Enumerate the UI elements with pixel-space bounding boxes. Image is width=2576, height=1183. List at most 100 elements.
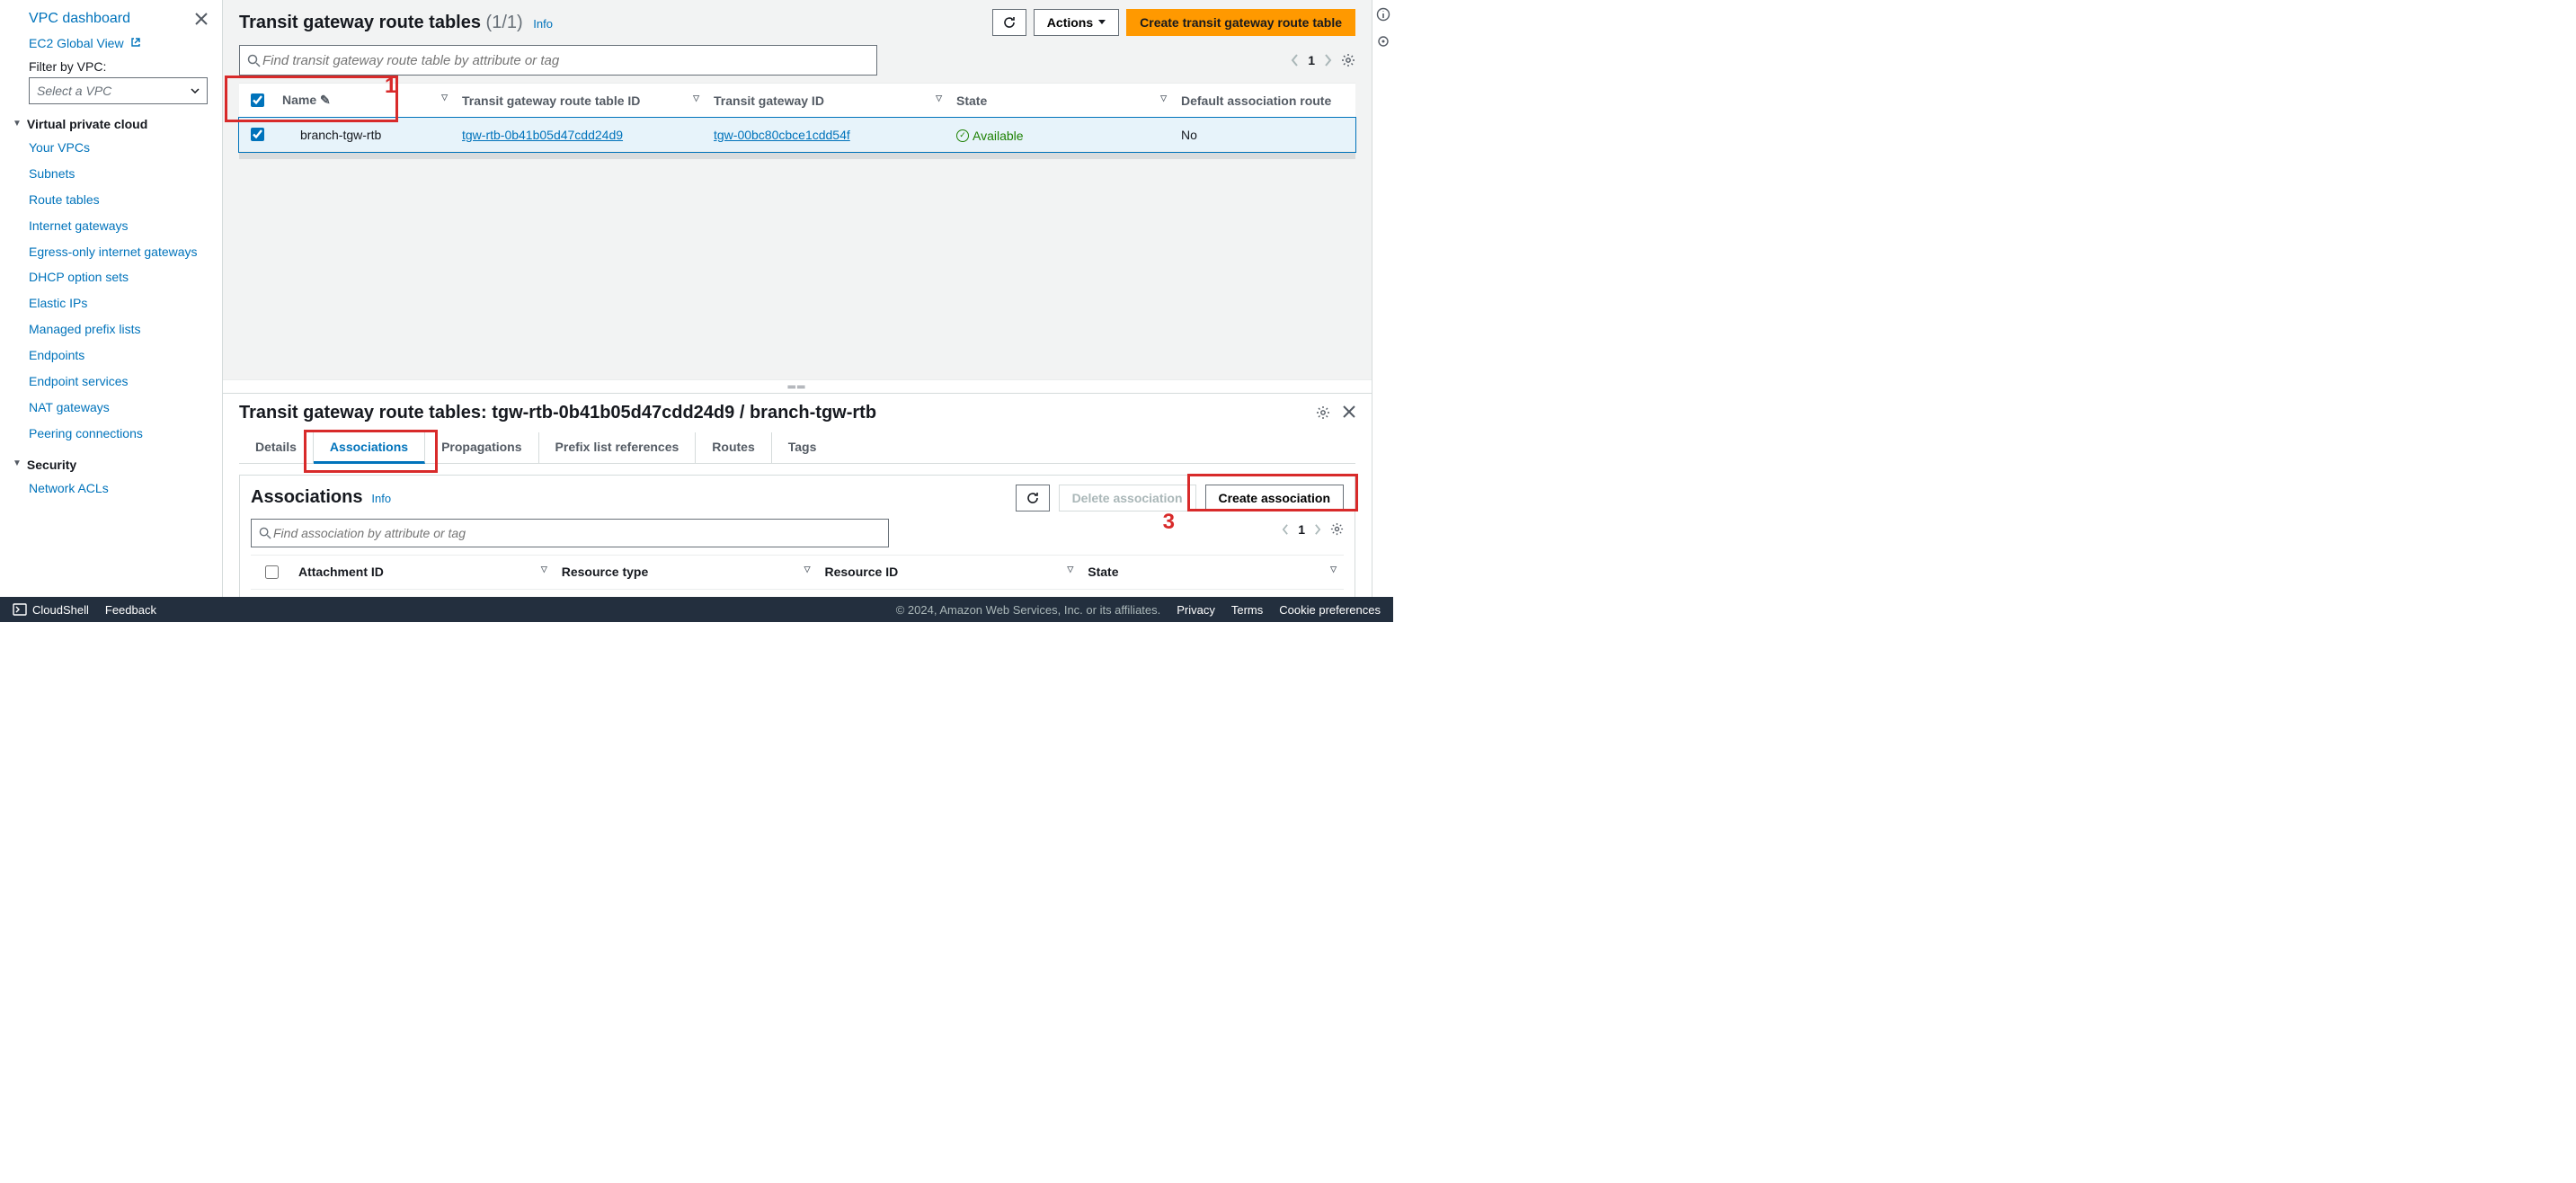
caret-down-icon: ▼	[13, 119, 22, 129]
sidebar-item-egress-only[interactable]: Egress-only internet gateways	[0, 239, 222, 265]
route-tables-table: Name ✎▽ Transit gateway route table ID▽ …	[239, 83, 1355, 152]
sort-icon: ▽	[936, 93, 942, 103]
select-all-checkbox[interactable]	[265, 565, 279, 579]
copyright: © 2024, Amazon Web Services, Inc. or its…	[896, 603, 1161, 617]
col-resource-id[interactable]: Resource ID▽	[818, 555, 1081, 589]
close-icon[interactable]	[195, 13, 208, 25]
cloudshell-button[interactable]: CloudShell	[13, 603, 89, 617]
vpc-select[interactable]: Select a VPC	[29, 77, 208, 104]
sidebar-item-network-acls[interactable]: Network ACLs	[0, 476, 222, 502]
assoc-search-input[interactable]	[271, 525, 881, 541]
tab-propagations[interactable]: Propagations	[425, 432, 538, 463]
create-association-button[interactable]: Create association	[1205, 485, 1345, 511]
cookie-prefs-link[interactable]: Cookie preferences	[1279, 603, 1381, 617]
sidebar-section-label: Security	[27, 458, 76, 472]
associations-table: Attachment ID▽ Resource type▽ Resource I…	[251, 555, 1344, 590]
detail-title: Transit gateway route tables: tgw-rtb-0b…	[239, 403, 876, 423]
page-number: 1	[1308, 53, 1315, 67]
gear-icon[interactable]	[1341, 53, 1355, 67]
sidebar-item-peering[interactable]: Peering connections	[0, 421, 222, 447]
col-attachment-id[interactable]: Attachment ID▽	[291, 555, 555, 589]
sort-icon: ▽	[441, 93, 448, 102]
search-icon	[259, 527, 271, 539]
prev-page-button[interactable]	[1282, 524, 1289, 535]
sidebar-section-vpc[interactable]: ▼ Virtual private cloud	[0, 113, 222, 135]
privacy-link[interactable]: Privacy	[1177, 603, 1215, 617]
col-state[interactable]: State▽	[1080, 555, 1344, 589]
sidebar: VPC dashboard EC2 Global View Filter by …	[0, 0, 223, 622]
col-name[interactable]: Name ✎▽	[275, 84, 455, 118]
settings-icon[interactable]	[1376, 34, 1390, 49]
ec2-global-view-link[interactable]: EC2 Global View	[29, 36, 124, 50]
next-page-button[interactable]	[1314, 524, 1321, 535]
page-title-text: Transit gateway route tables	[239, 13, 481, 32]
sort-icon: ▽	[1067, 565, 1073, 574]
info-link[interactable]: Info	[533, 17, 553, 31]
sidebar-item-route-tables[interactable]: Route tables	[0, 187, 222, 213]
col-tgw-id[interactable]: Transit gateway ID▽	[706, 84, 949, 118]
sort-icon: ▽	[1160, 93, 1167, 103]
pagination: 1	[1291, 53, 1355, 67]
resize-handle[interactable]: ══	[223, 379, 1372, 393]
info-link[interactable]: Info	[371, 492, 391, 505]
page-title: Transit gateway route tables (1/1)	[239, 13, 528, 32]
search-box[interactable]	[239, 45, 877, 76]
sidebar-item-elastic-ips[interactable]: Elastic IPs	[0, 290, 222, 316]
select-all-checkbox[interactable]	[251, 93, 264, 107]
prev-page-button[interactable]	[1291, 54, 1299, 67]
tab-routes[interactable]: Routes	[696, 432, 771, 463]
create-route-table-button[interactable]: Create transit gateway route table	[1126, 9, 1355, 36]
sidebar-item-endpoints[interactable]: Endpoints	[0, 342, 222, 369]
page-title-count: (1/1)	[486, 13, 523, 32]
tab-prefix-list[interactable]: Prefix list references	[539, 432, 697, 463]
footer: CloudShell Feedback © 2024, Amazon Web S…	[0, 597, 1393, 622]
detail-panel: Transit gateway route tables: tgw-rtb-0b…	[223, 393, 1372, 623]
vpc-select-placeholder: Select a VPC	[37, 84, 111, 98]
sort-icon: ▽	[541, 565, 547, 574]
col-default-assoc[interactable]: Default association route	[1174, 84, 1355, 118]
sidebar-item-dhcp[interactable]: DHCP option sets	[0, 264, 222, 290]
sidebar-item-nat-gateways[interactable]: NAT gateways	[0, 395, 222, 421]
info-icon[interactable]	[1376, 7, 1390, 22]
tgw-id-link[interactable]: tgw-00bc80cbce1cdd54f	[714, 128, 850, 142]
assoc-search-box[interactable]	[251, 519, 889, 547]
gear-icon[interactable]	[1330, 522, 1344, 536]
row-checkbox[interactable]	[251, 128, 264, 141]
col-state[interactable]: State▽	[949, 84, 1174, 118]
table-row[interactable]: branch-tgw-rtb tgw-rtb-0b41b05d47cdd24d9…	[239, 118, 1355, 152]
tab-associations[interactable]: Associations	[314, 432, 425, 464]
chevron-down-icon	[1098, 20, 1106, 25]
filter-by-vpc-label: Filter by VPC:	[0, 54, 222, 76]
external-link-icon	[130, 37, 141, 48]
delete-association-button: Delete association	[1059, 485, 1196, 511]
refresh-button[interactable]	[992, 9, 1026, 36]
col-resource-type[interactable]: Resource type▽	[555, 555, 818, 589]
top-panel: Transit gateway route tables (1/1) Info …	[223, 0, 1372, 159]
next-page-button[interactable]	[1324, 54, 1332, 67]
cell-name: branch-tgw-rtb	[275, 118, 455, 152]
sidebar-item-endpoint-services[interactable]: Endpoint services	[0, 369, 222, 395]
search-input[interactable]	[261, 52, 869, 69]
sidebar-item-your-vpcs[interactable]: Your VPCs	[0, 135, 222, 161]
close-icon[interactable]	[1343, 405, 1355, 420]
gear-icon[interactable]	[1316, 405, 1330, 420]
sidebar-item-internet-gateways[interactable]: Internet gateways	[0, 213, 222, 239]
terms-link[interactable]: Terms	[1231, 603, 1263, 617]
sidebar-section-security[interactable]: ▼ Security	[0, 454, 222, 476]
refresh-button[interactable]	[1016, 485, 1050, 511]
actions-button[interactable]: Actions	[1034, 9, 1119, 36]
actions-button-label: Actions	[1047, 15, 1093, 30]
sidebar-item-prefix-lists[interactable]: Managed prefix lists	[0, 316, 222, 342]
sort-icon: ▽	[1330, 565, 1337, 574]
tab-details[interactable]: Details	[239, 432, 314, 463]
horizontal-scrollbar[interactable]	[239, 152, 1355, 159]
col-rtb-id[interactable]: Transit gateway route table ID▽	[455, 84, 706, 118]
rtb-id-link[interactable]: tgw-rtb-0b41b05d47cdd24d9	[462, 128, 623, 142]
feedback-link[interactable]: Feedback	[105, 603, 156, 617]
tab-tags[interactable]: Tags	[772, 432, 833, 463]
sort-icon: ▽	[804, 565, 811, 574]
caret-down-icon: ▼	[13, 458, 22, 468]
main: Transit gateway route tables (1/1) Info …	[223, 0, 1372, 622]
vpc-dashboard-link[interactable]: VPC dashboard	[29, 11, 130, 27]
sidebar-item-subnets[interactable]: Subnets	[0, 161, 222, 187]
